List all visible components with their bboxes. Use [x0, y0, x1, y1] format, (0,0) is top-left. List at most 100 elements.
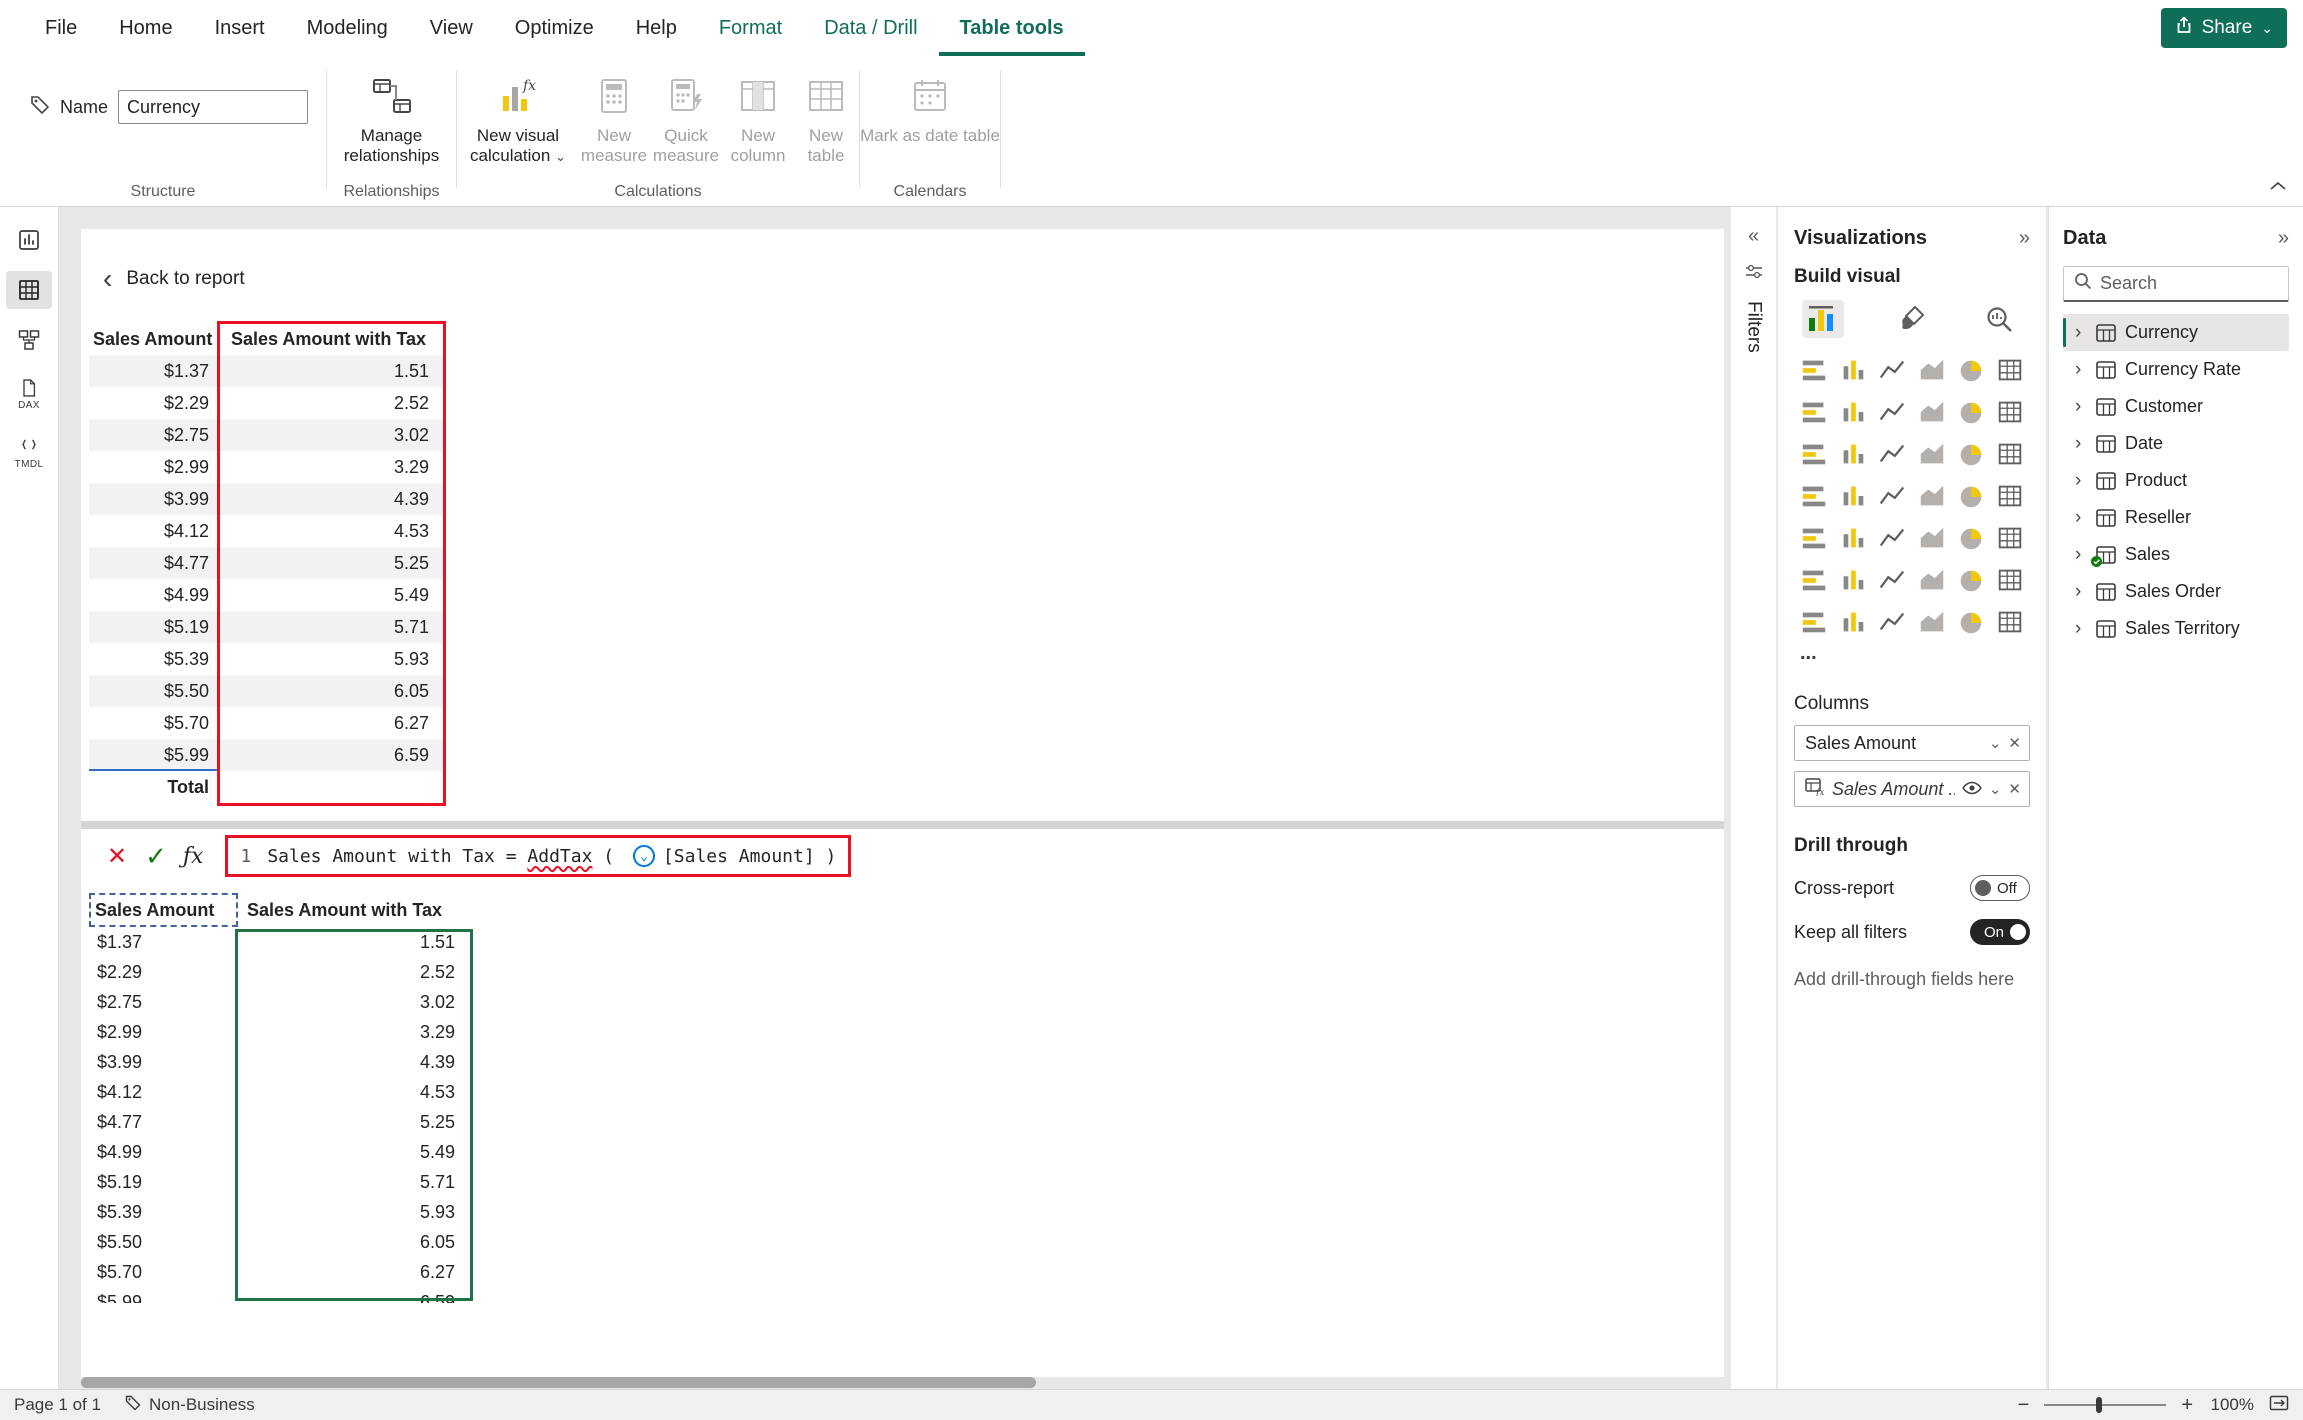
pane-splitter[interactable] [81, 821, 1724, 829]
menu-item-home[interactable]: Home [98, 0, 193, 56]
table-cell-sales-amount[interactable]: $2.99 [89, 1017, 235, 1047]
table-cell-sales-amount-with-tax[interactable]: 4.53 [217, 515, 443, 547]
table-cell-sales-amount-with-tax[interactable]: 1.51 [235, 927, 471, 957]
zoom-in-button[interactable]: + [2181, 1395, 2193, 1415]
area-chart-icon[interactable] [1837, 396, 1869, 428]
menu-item-view[interactable]: View [409, 0, 494, 56]
chevron-down-icon[interactable]: ⌄ [1989, 734, 2002, 752]
table-cell-sales-amount[interactable]: $3.99 [89, 1047, 235, 1077]
slicer-icon[interactable] [1876, 522, 1908, 554]
table-cell-sales-amount[interactable]: $5.50 [89, 675, 217, 707]
menu-item-format[interactable]: Format [698, 0, 803, 56]
metrics-icon[interactable] [1994, 564, 2026, 596]
menu-item-insert[interactable]: Insert [194, 0, 286, 56]
table-cell-sales-amount-with-tax[interactable]: 3.02 [217, 419, 443, 451]
table-cell-sales-amount-with-tax[interactable]: 3.29 [235, 1017, 471, 1047]
tmdl-view-icon[interactable]: TMDL [6, 430, 52, 477]
kpi-icon[interactable] [1837, 522, 1869, 554]
data-field-currency-rate[interactable]: › Currency Rate [2063, 351, 2289, 388]
menu-item-modeling[interactable]: Modeling [286, 0, 409, 56]
table-cell-sales-amount-with-tax[interactable]: 4.39 [235, 1047, 471, 1077]
collapse-visualizations-icon[interactable]: » [2019, 227, 2030, 250]
new-measure-button[interactable]: New measure [579, 56, 649, 180]
expand-chevron-icon[interactable]: › [2075, 471, 2087, 490]
power-apps-icon[interactable] [1876, 606, 1908, 638]
table-cell-sales-amount[interactable]: $1.37 [89, 355, 217, 387]
horizontal-scrollbar[interactable] [81, 1377, 1724, 1388]
expand-chevron-icon[interactable]: › [2075, 619, 2087, 638]
new-table-button[interactable]: New table [793, 56, 859, 180]
tab-format-visual[interactable] [1890, 300, 1932, 338]
data-field-date[interactable]: › Date [2063, 425, 2289, 462]
table-cell-sales-amount[interactable]: $4.12 [89, 1077, 235, 1107]
line-and-clustered-column-chart-icon[interactable] [1955, 396, 1987, 428]
tab-build-visual[interactable] [1802, 300, 1844, 338]
table-cell-sales-amount[interactable]: $1.37 [89, 927, 235, 957]
collapse-data-pane-icon[interactable]: » [2278, 227, 2289, 250]
funnel-chart-icon[interactable] [1837, 438, 1869, 470]
new-slicer-icon[interactable] [1955, 606, 1987, 638]
intellisense-chevron-icon[interactable]: ⌄ [632, 845, 655, 867]
line-chart-icon[interactable] [1798, 396, 1830, 428]
new-column-button[interactable]: New column [723, 56, 793, 180]
cross-report-toggle[interactable]: Off [1970, 875, 2030, 901]
expand-filters-icon[interactable]: « [1748, 225, 1759, 248]
new-visual-calculation-button[interactable]: fx New visual calculation ⌄ [457, 56, 579, 180]
r-script-visual-icon[interactable] [1994, 522, 2026, 554]
zoom-out-button[interactable]: − [2018, 1395, 2030, 1415]
data-field-product[interactable]: › Product [2063, 462, 2289, 499]
table-cell-sales-amount-with-tax[interactable]: 5.93 [217, 643, 443, 675]
table-cell-sales-amount[interactable]: $5.99 [89, 739, 217, 771]
data-field-customer[interactable]: › Customer [2063, 388, 2289, 425]
share-button[interactable]: Share ⌄ [2160, 8, 2287, 48]
table-cell-sales-amount-with-tax[interactable]: 5.71 [235, 1167, 471, 1197]
formula-function-name[interactable]: AddTax [527, 846, 592, 867]
model-view-icon[interactable] [6, 321, 52, 359]
column-header-sales-amount[interactable]: Sales Amount [89, 893, 235, 927]
data-field-sales[interactable]: › Sales [2063, 536, 2289, 573]
table-cell-sales-amount[interactable]: $5.19 [89, 1167, 235, 1197]
table-cell-sales-amount[interactable]: $2.29 [89, 957, 235, 987]
chevron-down-icon[interactable]: ⌄ [1989, 780, 2002, 798]
cancel-formula-icon[interactable]: ✕ [107, 842, 127, 871]
table-cell-sales-amount[interactable]: $4.77 [89, 1107, 235, 1137]
table-cell-sales-amount-with-tax[interactable]: 5.93 [235, 1197, 471, 1227]
table-cell-sales-amount[interactable]: $5.39 [89, 1197, 235, 1227]
expand-chevron-icon[interactable]: › [2075, 360, 2087, 379]
decomposition-tree-icon[interactable] [1876, 564, 1908, 596]
calculation-group-icon[interactable] [1994, 606, 2026, 638]
table-cell-sales-amount-with-tax[interactable]: 3.29 [217, 451, 443, 483]
stacked-bar-chart-icon[interactable] [1798, 354, 1830, 386]
table-view-icon[interactable] [6, 271, 52, 309]
eye-icon[interactable] [1961, 779, 1982, 800]
search-input[interactable] [2100, 273, 2278, 294]
ribbon-chart-icon[interactable] [1994, 396, 2026, 428]
column-header-sales-amount-with-tax[interactable]: Sales Amount with Tax [235, 893, 471, 927]
matrix-icon[interactable] [1955, 522, 1987, 554]
expand-chevron-icon[interactable]: › [2075, 545, 2087, 564]
tab-analytics[interactable] [1978, 300, 2020, 338]
column-header-sales-amount[interactable]: Sales Amount [89, 323, 217, 355]
menu-item-data-drill[interactable]: Data / Drill [803, 0, 938, 56]
field-chip-visual-calculation[interactable]: fx Sales Amount ... ⌄ ✕ [1794, 771, 2030, 807]
table-cell-sales-amount[interactable]: $2.29 [89, 387, 217, 419]
expand-chevron-icon[interactable]: › [2075, 508, 2087, 527]
remove-field-icon[interactable]: ✕ [2008, 734, 2021, 752]
scatter-chart-icon[interactable] [1876, 438, 1908, 470]
python-visual-icon[interactable] [1798, 564, 1830, 596]
table-cell-sales-amount[interactable]: $2.99 [89, 451, 217, 483]
clustered-column-chart-icon[interactable] [1916, 354, 1948, 386]
treemap-icon[interactable] [1994, 438, 2026, 470]
filled-map-icon[interactable] [1837, 480, 1869, 512]
menu-item-file[interactable]: File [24, 0, 98, 56]
azure-map-icon[interactable] [1916, 480, 1948, 512]
paginated-report-icon[interactable] [1798, 606, 1830, 638]
table-icon[interactable] [1916, 522, 1948, 554]
line-and-stacked-column-chart-icon[interactable] [1916, 396, 1948, 428]
donut-chart-icon[interactable] [1955, 438, 1987, 470]
keep-all-filters-toggle[interactable]: On [1970, 919, 2030, 945]
data-field-sales-order[interactable]: › Sales Order [2063, 573, 2289, 610]
table-cell-sales-amount[interactable]: $3.99 [89, 483, 217, 515]
table-cell-sales-amount[interactable]: $5.70 [89, 1257, 235, 1287]
table-cell-sales-amount-with-tax[interactable]: 6.59 [235, 1287, 471, 1304]
